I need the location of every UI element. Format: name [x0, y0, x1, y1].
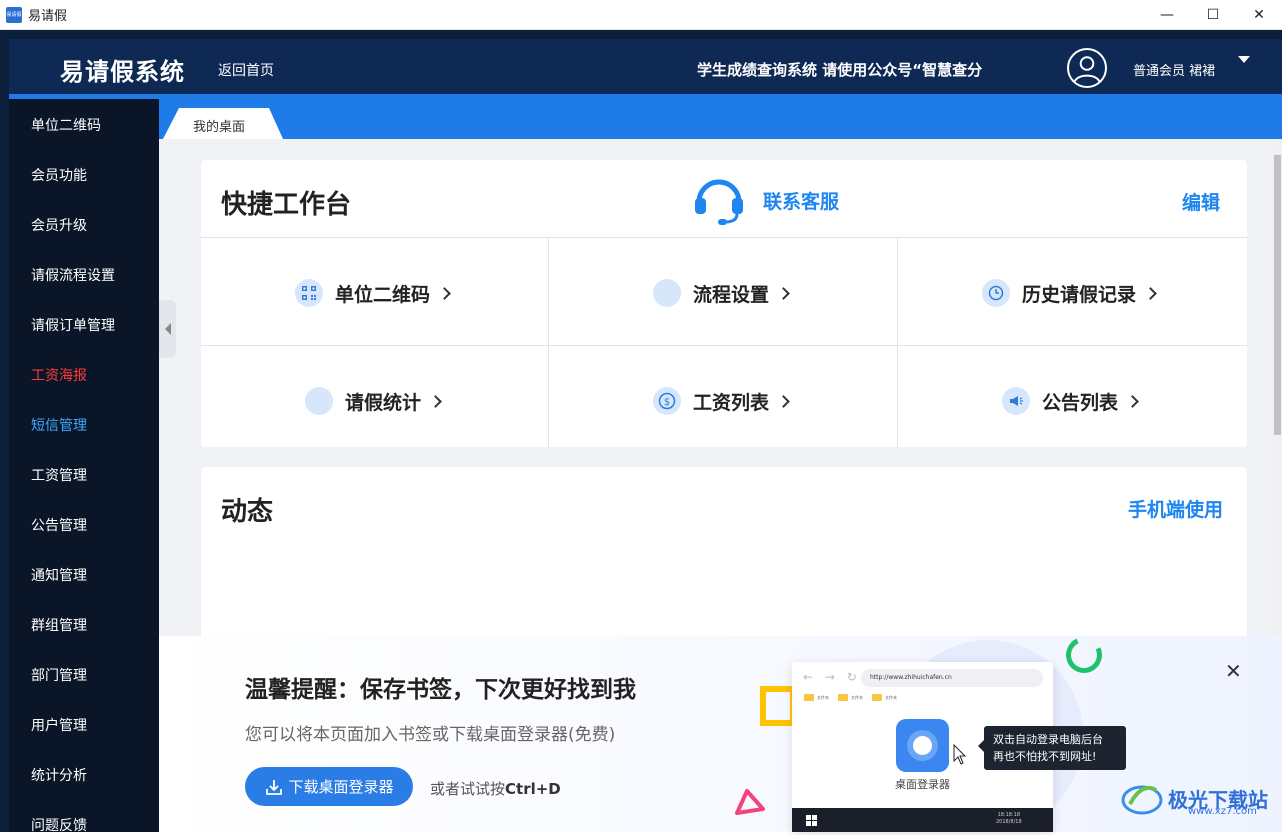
edit-link[interactable]: 编辑: [1182, 188, 1220, 215]
decorative-triangle-icon: [735, 789, 765, 815]
sidebar-item-leave-flow[interactable]: 请假流程设置: [31, 265, 115, 285]
tile-label: 工资列表: [693, 391, 770, 414]
tile-leave-stats[interactable]: 请假统计: [305, 386, 442, 416]
megaphone-icon: [1002, 387, 1030, 415]
tile-label: 公告列表: [1042, 391, 1119, 414]
tile-flow-settings[interactable]: 流程设置: [653, 278, 790, 308]
chevron-right-icon: [777, 286, 790, 300]
flow-icon: [653, 279, 681, 307]
tile-salary-list[interactable]: $ 工资列表: [653, 386, 790, 416]
preview-url: http://www.zhihuichafen.cn: [861, 669, 1043, 687]
window-titlebar: 易请假 易请假 — ☐ ✕: [0, 0, 1282, 30]
announcement-marquee: 学生成绩查询系统 请使用公众号“智慧查分: [697, 61, 983, 79]
sidebar-item-salary-poster[interactable]: 工资海报: [31, 365, 87, 385]
customer-service-link[interactable]: 联系客服: [763, 187, 839, 214]
shortcut-hint: 或者试试按Ctrl+D: [430, 780, 561, 798]
app-logo: 易请假系统: [60, 58, 185, 86]
banner-title: 温馨提醒：保存书签，下次更好找到我: [245, 677, 636, 703]
qr-code-icon: [295, 279, 323, 307]
app-icon: 易请假: [6, 6, 22, 23]
preview-folder: 文件夹: [872, 694, 897, 701]
windows-logo-icon: [806, 815, 817, 826]
mouse-cursor-icon: [953, 744, 967, 765]
window-title: 易请假: [28, 9, 68, 24]
close-window-button[interactable]: ✕: [1236, 0, 1282, 30]
sidebar-item-statistics[interactable]: 统计分析: [31, 765, 87, 785]
workbench-title: 快捷工作台: [221, 190, 352, 220]
sidebar-item-feedback[interactable]: 问题反馈: [31, 815, 87, 835]
headset-icon[interactable]: [693, 174, 745, 226]
download-button-label: 下载桌面登录器: [288, 778, 394, 796]
divider: [201, 237, 1247, 238]
sidebar-item-leave-orders[interactable]: 请假订单管理: [31, 315, 115, 335]
watermark-url: www.xz7.com: [1188, 806, 1257, 817]
desktop-login-app-icon: [896, 719, 949, 772]
home-link[interactable]: 返回首页: [218, 60, 274, 80]
scrollbar-thumb[interactable]: [1274, 155, 1281, 435]
download-icon: [266, 779, 283, 795]
watermark-logo-icon: [1121, 785, 1163, 815]
sidebar-item-unit-qr[interactable]: 单位二维码: [31, 115, 101, 135]
svg-text:$: $: [664, 397, 670, 408]
tab-strip: [159, 99, 1282, 139]
browser-nav-icons: ← → ↻: [803, 670, 861, 684]
activity-title: 动态: [221, 497, 274, 527]
divider: [201, 345, 1247, 346]
chevron-right-icon: [777, 394, 790, 408]
chevron-right-icon: [1126, 394, 1139, 408]
tile-unit-qr[interactable]: 单位二维码: [295, 278, 451, 308]
tile-label: 单位二维码: [335, 283, 431, 306]
sidebar-item-departments[interactable]: 部门管理: [31, 665, 87, 685]
sidebar-item-groups[interactable]: 群组管理: [31, 615, 87, 635]
chevron-right-icon: [1144, 286, 1157, 300]
preview-tooltip: 双击自动登录电脑后台 再也不怕找不到网址!: [978, 726, 1126, 770]
sidebar-item-users[interactable]: 用户管理: [31, 715, 87, 735]
member-name[interactable]: 普通会员 裙裙: [1133, 60, 1215, 79]
sidebar-item-member-upgrade[interactable]: 会员升级: [31, 215, 87, 235]
preview-folder: 文件夹: [804, 694, 829, 701]
sidebar-collapse-button[interactable]: [159, 300, 176, 358]
download-login-button[interactable]: 下载桌面登录器: [245, 767, 413, 806]
sidebar-item-notification[interactable]: 通知管理: [31, 565, 87, 585]
banner-close-button[interactable]: ✕: [1225, 659, 1242, 683]
user-menu-caret-icon[interactable]: [1238, 56, 1250, 63]
banner-subtitle: 您可以将本页面加入书签或下载桌面登录器(免费): [245, 725, 616, 745]
tile-leave-history[interactable]: 历史请假记录: [982, 278, 1157, 308]
maximize-button[interactable]: ☐: [1190, 0, 1236, 30]
sidebar-item-salary[interactable]: 工资管理: [31, 465, 87, 485]
tile-label: 历史请假记录: [1022, 283, 1137, 306]
chevron-left-icon: [164, 323, 171, 335]
clock-icon: [982, 279, 1010, 307]
divider: [548, 237, 549, 447]
minimize-button[interactable]: —: [1144, 0, 1190, 30]
preview-folder: 文件夹: [838, 694, 863, 701]
tile-label: 流程设置: [693, 283, 770, 306]
mobile-usage-link[interactable]: 手机端使用: [1128, 495, 1223, 522]
divider: [897, 237, 898, 447]
tile-label: 请假统计: [345, 391, 422, 414]
dollar-icon: $: [653, 387, 681, 415]
user-avatar[interactable]: [1067, 48, 1107, 88]
preview-app-label: 桌面登录器: [895, 778, 950, 791]
preview-tray-clock: 18:18:18 2018/8/18: [996, 812, 1022, 825]
sidebar-item-sms[interactable]: 短信管理: [31, 415, 87, 435]
tab-my-desktop-label: 我的桌面: [193, 120, 246, 135]
tile-notice-list[interactable]: 公告列表: [1002, 386, 1139, 416]
decorative-square-icon: [760, 686, 796, 726]
sidebar-item-member-functions[interactable]: 会员功能: [31, 165, 87, 185]
sidebar-item-notice[interactable]: 公告管理: [31, 515, 87, 535]
chevron-right-icon: [438, 286, 451, 300]
user-icon: [1073, 56, 1101, 83]
chevron-right-icon: [429, 394, 442, 408]
stats-icon: [305, 387, 333, 415]
